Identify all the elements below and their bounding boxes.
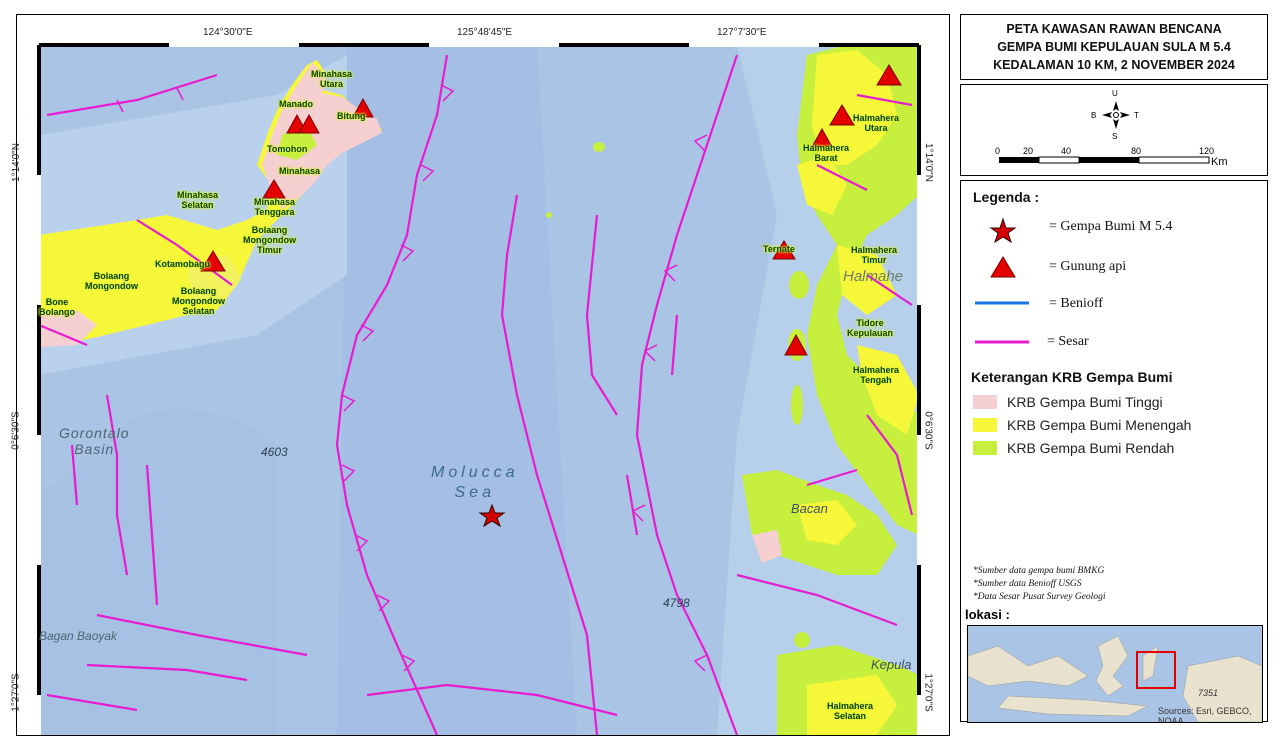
legend-box: Legenda : = Gempa Bumi M 5.4 = Gunung ap… — [960, 180, 1268, 723]
compass-east-label: T — [1134, 111, 1139, 120]
label-halmahera-barat: Halmahera Barat — [803, 143, 850, 163]
legend-item-epicenter: = Gempa Bumi M 5.4 — [1049, 219, 1173, 234]
label-tidore-kepulauan: Tidore Kepulauan — [847, 318, 894, 338]
legend-symbols — [975, 217, 1029, 344]
depth-label-2: 4798 — [663, 596, 690, 610]
compass-north-label: U — [1112, 89, 1118, 98]
title-line-1: PETA KAWASAN RAWAN BENCANA — [1006, 22, 1222, 36]
label-minahasa: Minahasa — [279, 166, 321, 176]
krb-label-mid: KRB Gempa Bumi Menengah — [1007, 417, 1192, 433]
coord-right-1: 1°14'0"N — [922, 143, 934, 182]
label-halmahera-utara: Halmahera Utara — [853, 113, 900, 133]
compass-icon — [1102, 101, 1130, 129]
legend-item-benioff: = Benioff — [1049, 296, 1103, 311]
islet — [593, 142, 605, 152]
location-inset-map[interactable]: 7351 Sources: Esri, GEBCO, NOAA — [967, 625, 1263, 723]
depth-label-1: 4603 — [261, 445, 288, 459]
legend-volcano-icon — [990, 256, 1016, 278]
coord-left-2: 0°6'30"S — [10, 411, 22, 450]
legend-item-volcano: = Gunung api — [1049, 259, 1127, 274]
label-bone-bolango: Bone Bolango — [39, 297, 75, 317]
label-halmahera: Halmahe — [843, 268, 904, 285]
label-halmahera-selatan: Halmahera Selatan — [827, 701, 874, 721]
krb-swatch-low — [973, 441, 997, 455]
label-minahasa-utara: Minahasa Utara — [311, 69, 353, 89]
scale-bar — [999, 156, 1210, 164]
scale-tick-20: 20 — [1023, 146, 1034, 156]
krb-label-high: KRB Gempa Bumi Tinggi — [1007, 394, 1163, 410]
coord-top-2: 125°48'45"E — [457, 27, 513, 38]
coord-top-1: 124°30'0"E — [203, 27, 253, 38]
label-minahasa-tenggara: Minahasa Tenggara — [254, 197, 296, 217]
title-box: PETA KAWASAN RAWAN BENCANA GEMPA BUMI KE… — [960, 14, 1268, 80]
label-bitung: Bitung — [337, 111, 366, 121]
note-geology: *Data Sesar Pusat Survey Geologi — [973, 592, 1106, 602]
label-gorontalo-basin: Gorontalo Basin — [59, 425, 130, 457]
label-bolaang-mongondow-selatan: Bolaang Mongondow Selatan — [172, 286, 225, 316]
label-minahasa-selatan: Minahasa Selatan — [177, 190, 219, 210]
title-line-3: KEDALAMAN 10 KM, 2 NOVEMBER 2024 — [993, 58, 1235, 72]
coord-left-3: 1°27'0"S — [10, 673, 22, 712]
right-neatline — [917, 45, 921, 735]
inset-credit: Sources: Esri, GEBCO, NOAA — [1158, 706, 1252, 723]
label-bacan: Bacan — [791, 501, 828, 516]
label-bagan-baoyak: Bagan Baoyak — [39, 629, 118, 643]
top-neatline — [39, 43, 919, 47]
scale-tick-120: 120 — [1199, 146, 1215, 156]
scale-box: U S B T 0 20 40 80 120 Km — [960, 84, 1268, 176]
note-usgs: *Sumber data Benioff USGS — [973, 579, 1082, 589]
label-tomohon: Tomohon — [267, 144, 308, 154]
scale-unit: Km — [1211, 156, 1228, 168]
label-halmahera-timur: Halmahera Timur — [851, 245, 898, 265]
compass-west-label: B — [1091, 111, 1097, 120]
label-kotamobagu: Kotamobagu — [155, 259, 210, 269]
coord-top-3: 127°7'30"E — [717, 27, 767, 38]
label-manado: Manado — [279, 99, 314, 109]
molucca-deep-basin — [337, 45, 577, 735]
map-panel[interactable]: 124°30'0"E 125°48'45"E 127°7'30"E 1°14'0… — [11, 14, 950, 736]
label-kepula: Kepula — [871, 657, 912, 672]
title-line-2: GEMPA BUMI KEPULAUAN SULA M 5.4 — [997, 40, 1231, 54]
legend-star-icon — [989, 217, 1017, 244]
scale-tick-40: 40 — [1061, 146, 1072, 156]
label-molucca-sea: Molucca Sea — [431, 464, 519, 501]
label-bolaang-mongondow: Bolaang Mongondow — [85, 271, 138, 291]
islet — [546, 212, 552, 218]
legend-item-fault: = Sesar — [1047, 334, 1089, 349]
inset-depth-label: 7351 — [1198, 688, 1219, 698]
krb-title: Keterangan KRB Gempa Bumi — [971, 369, 1173, 385]
label-bolaang-mongondow-timur: Bolaang Mongondow Timur — [243, 225, 296, 255]
scale-tick-80: 80 — [1131, 146, 1142, 156]
label-ternate: Ternate — [763, 244, 795, 254]
legend-title: Legenda : — [973, 189, 1040, 205]
krb-swatch-mid — [973, 418, 997, 432]
note-bmkg: *Sumber data gempa bumi BMKG — [973, 566, 1105, 576]
krb-label-low: KRB Gempa Bumi Rendah — [1007, 440, 1175, 456]
location-title: lokasi : — [965, 607, 1010, 622]
coord-right-2: 0°6'30"S — [922, 411, 934, 450]
coord-right-3: 1°27'0"S — [922, 673, 934, 712]
krb-swatch-high — [973, 395, 997, 409]
compass-south-label: S — [1112, 132, 1118, 141]
scale-tick-0: 0 — [995, 146, 1001, 156]
map-canvas[interactable] — [17, 15, 949, 735]
coord-left-1: 1°14'0"N — [10, 143, 22, 182]
label-halmahera-tengah: Halmahera Tengah — [853, 365, 900, 385]
